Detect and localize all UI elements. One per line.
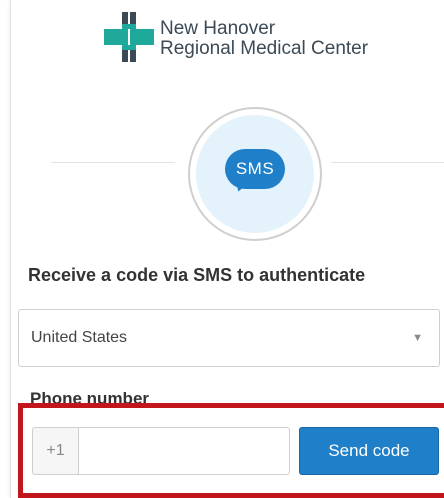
- country-select[interactable]: United States ▼: [18, 309, 440, 367]
- org-name-line1: New Hanover: [160, 18, 276, 39]
- method-icon-circle: SMS: [188, 107, 322, 241]
- chevron-down-icon: ▼: [412, 332, 423, 344]
- org-name: New Hanover Regional Medical Center: [160, 19, 368, 59]
- divider-left: [51, 162, 175, 163]
- method-icon-background: SMS: [196, 115, 314, 233]
- country-code-text: +1: [46, 442, 65, 459]
- cross-logo-icon: [104, 12, 154, 62]
- send-code-button[interactable]: Send code: [299, 427, 439, 475]
- country-select-value: United States: [31, 329, 128, 346]
- org-name-line2: Regional Medical Center: [160, 38, 369, 59]
- sms-bubble-icon: SMS: [225, 149, 285, 189]
- phone-number-label-wrap: Phone number: [18, 389, 318, 403]
- org-logo: New Hanover Regional Medical Center: [104, 12, 368, 62]
- country-code-prefix: +1: [32, 427, 78, 475]
- divider-right: [331, 162, 444, 163]
- phone-number-input[interactable]: [78, 427, 290, 475]
- page-title: Receive a code via SMS to authenticate: [28, 265, 366, 285]
- phone-number-label: Phone number: [30, 389, 150, 403]
- phone-input-row: +1 Send code: [18, 403, 444, 498]
